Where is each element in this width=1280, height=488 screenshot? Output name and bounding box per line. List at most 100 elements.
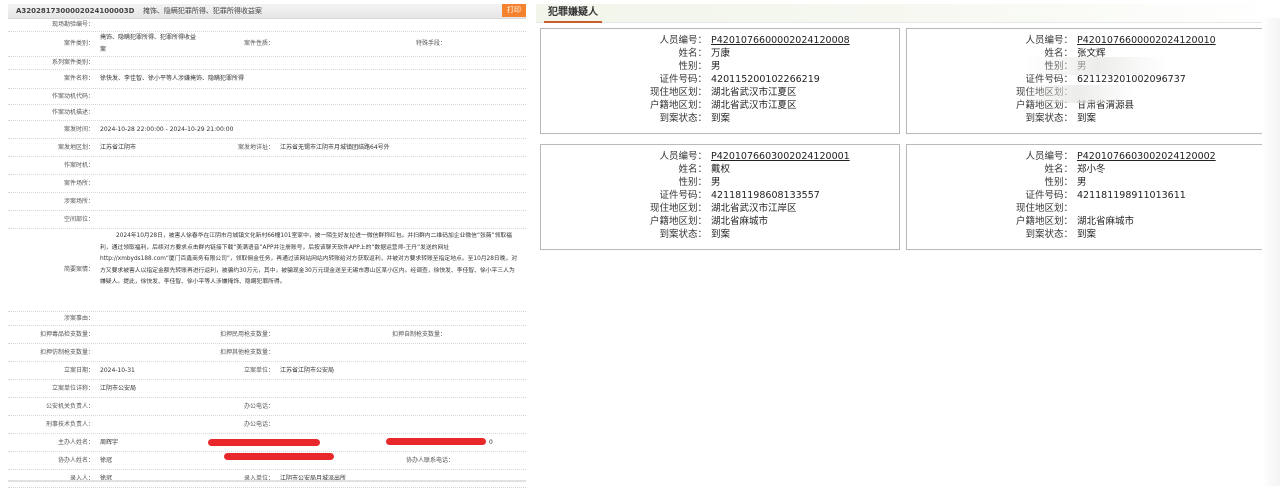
suspect-id-link[interactable]: P4201076603002024120002 bbox=[1077, 150, 1216, 163]
suspect-sex: 男 bbox=[1077, 61, 1087, 72]
suspect-name-line: 姓名： 戴权 bbox=[541, 163, 899, 176]
suspect-cert-label: 证件号码： bbox=[659, 74, 707, 85]
suspect-id-link[interactable]: P4201076603002024120001 bbox=[711, 150, 850, 163]
suspect-name: 张文辉 bbox=[1077, 48, 1106, 59]
field-label: 涉案事由： bbox=[63, 315, 94, 322]
form-row: 协办人姓名： 徐冠 协办人联系电话： bbox=[8, 452, 526, 470]
suspect-cert-line: 证件号码： 421181198608133557 bbox=[541, 189, 899, 202]
form-row: 公安机关负责人： 办公电话： bbox=[8, 398, 526, 416]
field-label: 现场勘验编号： bbox=[51, 21, 94, 28]
form-row: 作案动机描述： bbox=[8, 105, 526, 121]
suspect-current-region: 湖北省武汉市江岸区 bbox=[711, 203, 797, 214]
suspect-status-label: 到案状态： bbox=[1025, 113, 1073, 124]
field-label: 作案时机： bbox=[63, 162, 94, 169]
field-label: 作案动机代码： bbox=[51, 93, 94, 100]
suspect-name-label: 姓名： bbox=[1044, 164, 1073, 175]
suspect-sex-label: 性别： bbox=[678, 177, 707, 188]
field-label: 作案动机描述： bbox=[51, 109, 94, 116]
suspect-card[interactable]: 人员编号： P4201076603002024120001 姓名： 戴权 性别：男 … bbox=[540, 144, 900, 250]
field-label: 简要案情： bbox=[63, 266, 94, 273]
suspect-id-line: 人员编号： P4201076600002024120010 bbox=[907, 34, 1265, 47]
field-label: 刑事技术负责人： bbox=[45, 421, 94, 428]
field-label: 办公电话： bbox=[243, 403, 274, 410]
filing-unit-value: 江苏省江阴市公安局 bbox=[280, 367, 335, 374]
suspect-id-link[interactable]: P4201076600002024120008 bbox=[711, 34, 850, 47]
bottom-divider bbox=[8, 480, 526, 482]
suspect-current-region-label: 现住地区划： bbox=[649, 87, 707, 98]
suspect-register-region-line: 户籍地区划： 甘肃省渭源县 bbox=[907, 99, 1265, 112]
suspect-current-region-line: 现住地区划： bbox=[907, 86, 1265, 99]
field-label: 特殊手段： bbox=[415, 40, 446, 47]
suspect-id-label: 人员编号： bbox=[1025, 151, 1073, 162]
field-label: 立案单位： bbox=[243, 367, 274, 374]
field-label: 协办人姓名： bbox=[57, 457, 94, 464]
suspect-status: 到案 bbox=[1077, 229, 1097, 240]
form-row: 案件类别： 掩饰、隐瞒犯罪所得、犯罪所得收益案 案件性质： 特殊手段： bbox=[8, 32, 526, 57]
suspect-id-label: 人员编号： bbox=[1025, 35, 1073, 46]
suspect-register-region: 湖北省武汉市江夏区 bbox=[711, 100, 797, 111]
suspect-cert: 420115200102266219 bbox=[711, 74, 820, 85]
suspect-current-region-label: 现住地区划： bbox=[1015, 87, 1073, 98]
suspect-status-line: 到案状态： 到案 bbox=[541, 112, 899, 125]
suspect-status: 到案 bbox=[1077, 113, 1097, 124]
suspect-cert-line: 证件号码： 420115200102266219 bbox=[541, 73, 899, 86]
host-name-value: 周辉宇 bbox=[100, 439, 119, 446]
suspect-name-line: 姓名： 郑小冬 bbox=[907, 163, 1265, 176]
suspect-cert: 421181198608133557 bbox=[711, 190, 820, 201]
suspect-status-line: 到案状态： 到案 bbox=[907, 112, 1265, 125]
field-label: 立案日期： bbox=[63, 367, 94, 374]
form-row: 空间部位： bbox=[8, 211, 526, 229]
field-label: 系列案件类别： bbox=[51, 59, 94, 66]
form-row: 现场勘验编号： bbox=[8, 19, 526, 32]
filing-unit-detail-value: 江阴市公安局 bbox=[100, 385, 137, 392]
suspect-sex-label: 性别： bbox=[1044, 61, 1073, 72]
suspect-name: 郑小冬 bbox=[1077, 164, 1106, 175]
redaction-mark bbox=[208, 439, 320, 446]
form-row: 案发时间： 2024-10-28 22:00:00 - 2024-10-29 2… bbox=[8, 121, 526, 139]
suspect-cert: 621123201002096737 bbox=[1077, 74, 1186, 85]
field-label: 扣押其他枪支数量： bbox=[219, 349, 274, 356]
case-name-value: 徐快发、李佳智、徐小平等人涉嫌掩饰、隐瞒犯罪所得 bbox=[100, 75, 245, 82]
case-time-value: 2024-10-28 22:00:00 - 2024-10-29 21:00:0… bbox=[100, 126, 234, 133]
case-form: 现场勘验编号： 案件类别： 掩饰、隐瞒犯罪所得、犯罪所得收益案 案件性质： 特殊… bbox=[8, 19, 526, 488]
form-row: 案件名称： 徐快发、李佳智、徐小平等人涉嫌掩饰、隐瞒犯罪所得 bbox=[8, 70, 526, 89]
suspect-status-label: 到案状态： bbox=[1025, 229, 1073, 240]
print-button[interactable]: 打印 bbox=[502, 4, 526, 17]
suspect-current-region-label: 现住地区划： bbox=[649, 203, 707, 214]
suspect-name: 戴权 bbox=[711, 164, 731, 175]
suspect-card[interactable]: 人员编号： P4201076600002024120010 姓名： 张文辉 性别： 男… bbox=[906, 28, 1266, 134]
field-label: 案件性质： bbox=[243, 40, 274, 47]
suspect-register-region: 甘肃省渭源县 bbox=[1077, 100, 1135, 111]
case-address-value: 江苏省无锡市江阴市月城镇团结路64号外 bbox=[280, 144, 390, 151]
suspects-panel: 犯罪嫌疑人 人员编号： P4201076600002024120008 姓名： 万康… bbox=[536, 4, 1276, 482]
field-label: 协办人联系电话： bbox=[405, 457, 454, 464]
redaction-mark bbox=[224, 453, 334, 460]
suspect-cert-line: 证件号码： 621123201002096737 bbox=[907, 73, 1265, 86]
suspect-register-region: 湖北省麻城市 bbox=[1077, 216, 1135, 227]
suspect-cert-line: 证件号码： 421181198911013611 bbox=[907, 189, 1265, 202]
field-label: 扣押民用枪支数量： bbox=[219, 331, 274, 338]
suspect-id-label: 人员编号： bbox=[659, 151, 707, 162]
entry-unit-value: 江阴市公安局月城派出所 bbox=[280, 475, 347, 482]
suspect-current-region-line: 现住地区划： bbox=[907, 202, 1265, 215]
tab-suspects[interactable]: 犯罪嫌疑人 bbox=[544, 4, 602, 23]
form-row: 立案日期： 2024-10-31 立案单位： 江苏省江阴市公安局 bbox=[8, 362, 526, 380]
filing-date-value: 2024-10-31 bbox=[100, 367, 135, 374]
suspect-register-region-label: 户籍地区划： bbox=[649, 100, 707, 111]
suspect-cert-label: 证件号码： bbox=[659, 190, 707, 201]
suspect-id-link[interactable]: P4201076600002024120010 bbox=[1077, 34, 1216, 47]
field-label: 立案单位详称： bbox=[51, 385, 94, 392]
suspect-status: 到案 bbox=[711, 229, 731, 240]
case-detail-panel: A3202817300002024100003D 掩饰、隐瞒犯罪所得、犯罪所得收… bbox=[8, 4, 526, 488]
suspect-card[interactable]: 人员编号： P4201076600002024120008 姓名： 万康 性别：男 … bbox=[540, 28, 900, 134]
suspect-sex-label: 性别： bbox=[678, 61, 707, 72]
form-row: 扣押毒品检支数量： 扣押民用枪支数量： 扣押自制枪支数量： bbox=[8, 326, 526, 344]
form-row: 刑事技术负责人： 办公电话： bbox=[8, 416, 526, 434]
suspect-card[interactable]: 人员编号： P4201076603002024120002 姓名： 郑小冬 性别： 男… bbox=[906, 144, 1266, 250]
suspect-status: 到案 bbox=[711, 113, 731, 124]
case-category-value: 掩饰、隐瞒犯罪所得、犯罪所得收益案 bbox=[100, 34, 197, 53]
redaction-mark bbox=[386, 438, 486, 445]
suspect-sex: 男 bbox=[711, 61, 721, 72]
case-region-value: 江苏省江阴市 bbox=[100, 144, 137, 151]
form-row: 简要案情： 2024年10月28日，被害人徐春华在江阴市月城镇文化新村66幢10… bbox=[8, 229, 526, 312]
